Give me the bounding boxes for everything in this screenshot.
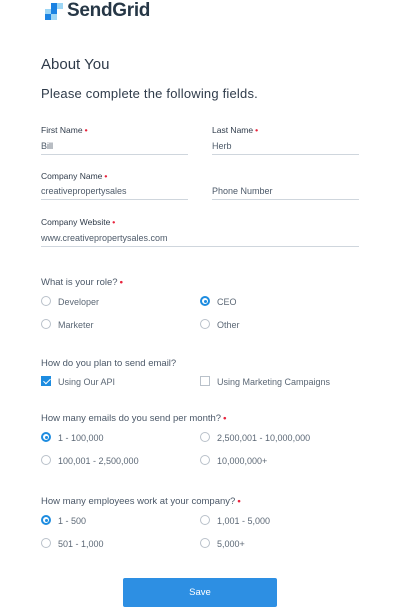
employees-5000-plus-label: 5,000+: [217, 539, 245, 549]
sendgrid-logo-icon: [45, 2, 63, 20]
employees-1001-5000-label: 1,001 - 5,000: [217, 516, 271, 526]
emails-100001-2500000-radio[interactable]: [41, 455, 51, 465]
last-name-field[interactable]: Herb: [212, 141, 232, 151]
first-name-field[interactable]: Bill: [41, 141, 53, 151]
role-other-radio[interactable]: [200, 319, 210, 329]
role-question: What is your role? •: [41, 277, 123, 288]
company-name-underline: [41, 199, 188, 200]
emails-1-100000-label: 1 - 100,000: [58, 433, 104, 443]
first-name-label: First Name •: [41, 125, 88, 135]
company-website-field[interactable]: www.creativepropertysales.com: [41, 233, 168, 243]
last-name-label: Last Name •: [212, 125, 259, 135]
emails-100001-2500000-label: 100,001 - 2,500,000: [58, 456, 139, 466]
role-ceo-label: CEO: [217, 297, 237, 307]
employees-1-500-radio[interactable]: [41, 515, 51, 525]
role-ceo-radio[interactable]: [200, 296, 210, 306]
role-developer-label: Developer: [58, 297, 100, 307]
last-name-underline: [212, 154, 359, 155]
using-marketing-campaigns-checkbox[interactable]: [200, 376, 210, 386]
employees-501-1000-radio[interactable]: [41, 538, 51, 548]
emails-10000000-plus-radio[interactable]: [200, 455, 210, 465]
role-developer-radio[interactable]: [41, 296, 51, 306]
company-name-field[interactable]: creativepropertysales: [41, 186, 127, 196]
phone-number-underline: [212, 199, 359, 200]
save-button[interactable]: Save: [123, 578, 277, 607]
emails-2500001-10000000-label: 2,500,001 - 10,000,000: [217, 433, 311, 443]
using-marketing-campaigns-label: Using Marketing Campaigns: [217, 377, 331, 387]
phone-number-field[interactable]: Phone Number: [212, 186, 273, 196]
company-name-label: Company Name •: [41, 171, 108, 181]
employees-1-500-label: 1 - 500: [58, 516, 87, 526]
emails-1-100000-radio[interactable]: [41, 432, 51, 442]
emails-per-month-question: How many emails do you send per month? •: [41, 413, 227, 424]
employees-question: How many employees work at your company?…: [41, 496, 241, 507]
sendgrid-logo: SendGrid: [45, 0, 150, 22]
emails-10000000-plus-label: 10,000,000+: [217, 456, 268, 466]
using-api-checkbox[interactable]: [41, 376, 51, 386]
role-marketer-radio[interactable]: [41, 319, 51, 329]
send-method-question: How do you plan to send email?: [41, 358, 177, 369]
employees-5000-plus-radio[interactable]: [200, 538, 210, 548]
employees-1001-5000-radio[interactable]: [200, 515, 210, 525]
company-website-underline: [41, 246, 359, 247]
employees-501-1000-label: 501 - 1,000: [58, 539, 104, 549]
emails-2500001-10000000-radio[interactable]: [200, 432, 210, 442]
page-title: About You: [41, 56, 110, 73]
using-api-label: Using Our API: [58, 377, 116, 387]
first-name-underline: [41, 154, 188, 155]
role-marketer-label: Marketer: [58, 320, 94, 330]
role-other-label: Other: [217, 320, 240, 330]
company-website-label: Company Website •: [41, 217, 116, 227]
page-subtitle: Please complete the following fields.: [41, 86, 258, 101]
brand-name: SendGrid: [67, 0, 151, 21]
